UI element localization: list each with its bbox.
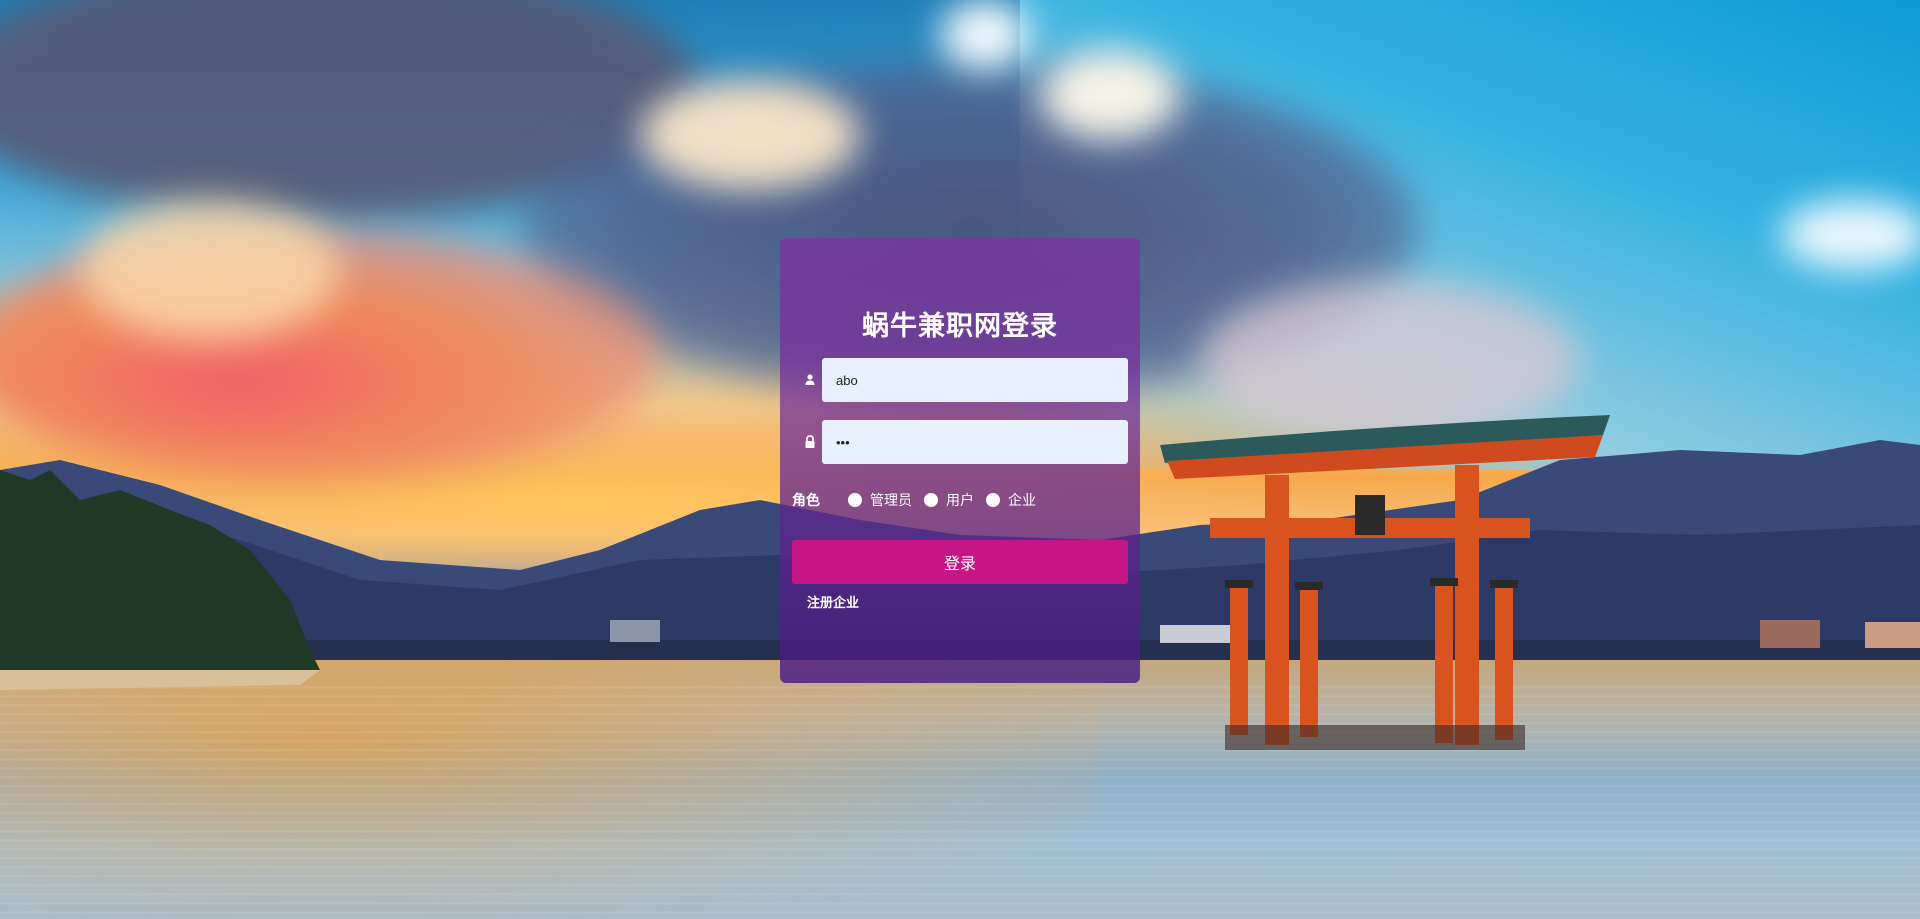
password-input[interactable] — [822, 420, 1128, 464]
register-company-link[interactable]: 注册企业 — [807, 592, 859, 611]
trees — [0, 470, 320, 690]
cloud — [1040, 50, 1180, 140]
torii-gate — [1160, 415, 1610, 750]
role-option-user[interactable]: 用户 — [924, 490, 974, 510]
role-option-label: 用户 — [946, 492, 974, 508]
role-option-admin[interactable]: 管理员 — [848, 490, 912, 510]
radio-icon[interactable] — [924, 493, 938, 507]
login-title: 蜗牛兼职网登录 — [862, 311, 1058, 342]
cloud — [940, 0, 1030, 70]
role-selector: 角色 管理员 用户 企业 — [792, 490, 1128, 510]
cloud — [80, 200, 340, 340]
role-label: 角色 — [792, 492, 820, 508]
role-option-company[interactable]: 企业 — [986, 490, 1036, 510]
lock-icon — [805, 435, 815, 448]
login-card: 蜗牛兼职网登录 角色 管理员 用户 — [780, 238, 1140, 683]
radio-icon[interactable] — [986, 493, 1000, 507]
water-ripples — [0, 680, 1920, 919]
role-option-label: 企业 — [1008, 492, 1036, 508]
user-icon — [805, 374, 815, 385]
cloud — [1780, 200, 1920, 270]
login-button[interactable]: 登录 — [792, 540, 1128, 584]
cloud — [640, 80, 860, 190]
password-row — [792, 420, 1128, 464]
username-input[interactable] — [822, 358, 1128, 402]
username-row — [792, 358, 1128, 402]
radio-icon[interactable] — [848, 493, 862, 507]
background-photo: 蜗牛兼职网登录 角色 管理员 用户 — [0, 0, 1920, 919]
role-option-label: 管理员 — [870, 492, 912, 508]
